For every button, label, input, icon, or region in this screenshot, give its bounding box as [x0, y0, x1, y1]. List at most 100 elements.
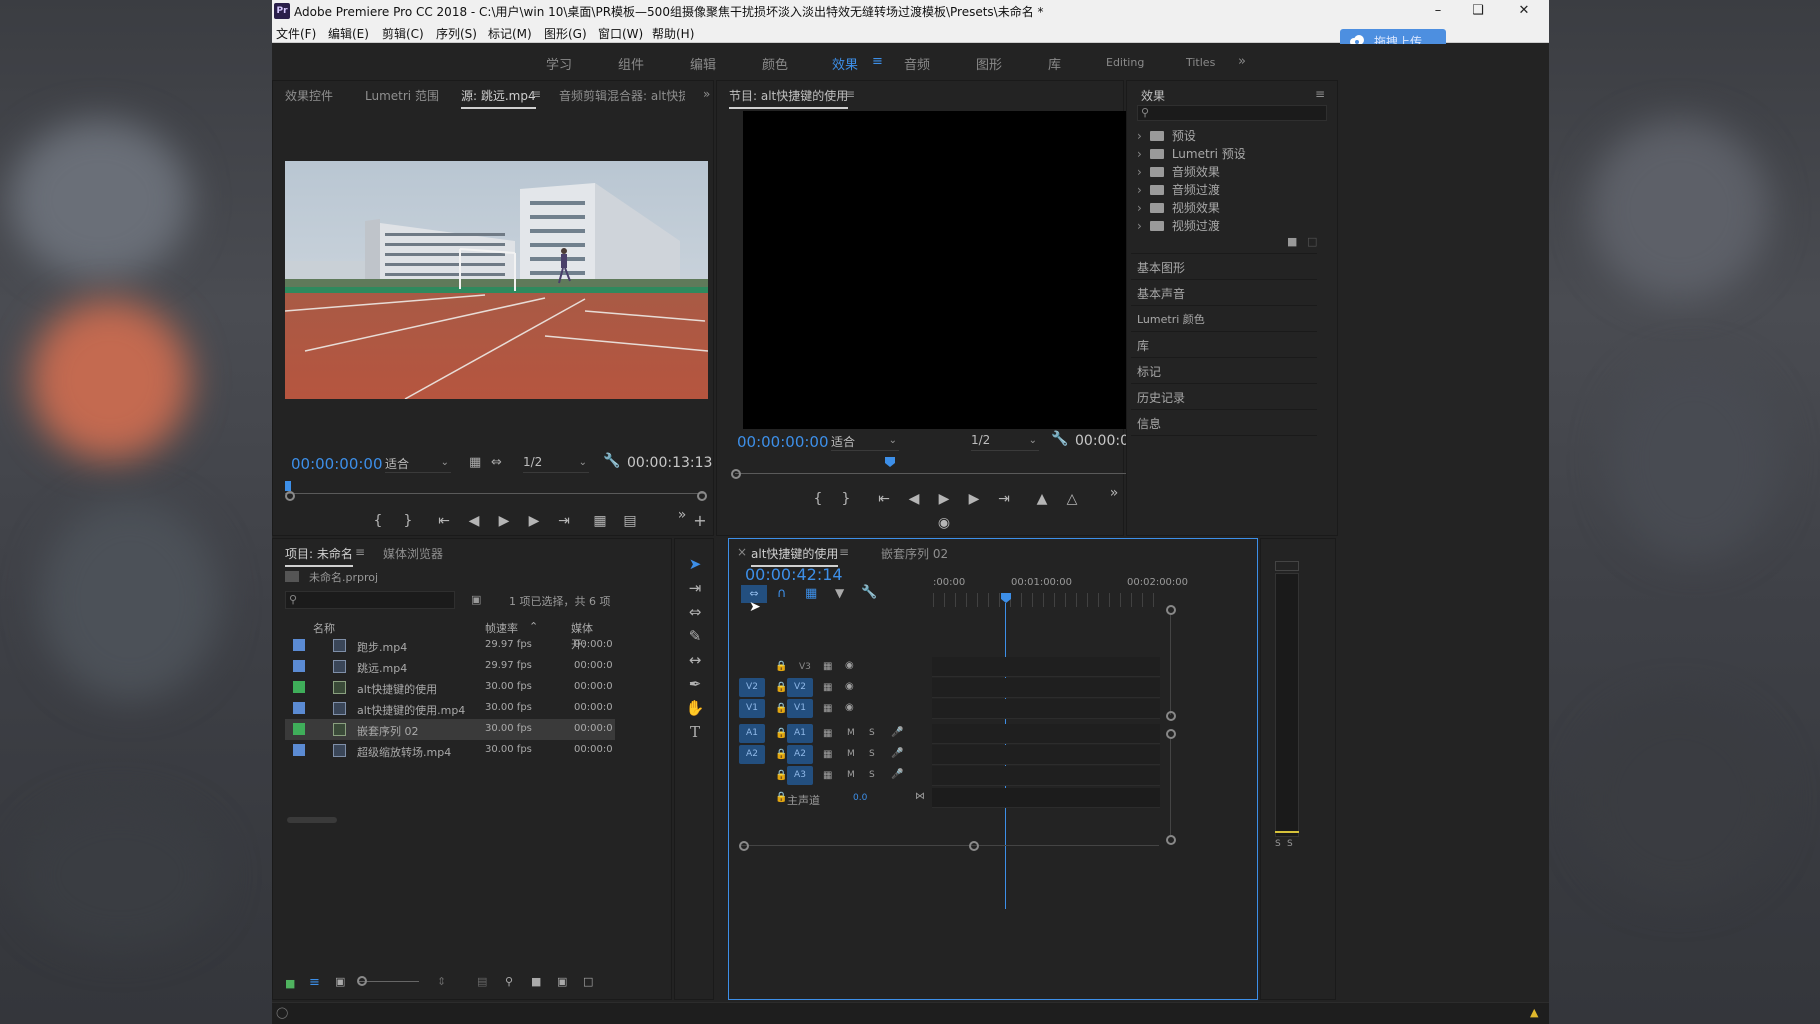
menu-clip[interactable]: 剪辑(C): [382, 25, 424, 42]
program-timecode[interactable]: 00:00:00:00: [737, 433, 829, 451]
project-menu-icon[interactable]: ≡: [355, 545, 365, 559]
tree-item-presets[interactable]: › 预设: [1137, 127, 1196, 144]
pen-tool-icon[interactable]: ✒: [683, 673, 707, 695]
go-to-in-icon[interactable]: ⇤: [433, 511, 455, 531]
master-volume-value[interactable]: 0.0: [853, 793, 867, 803]
tab-source[interactable]: 源: 跳远.mp4: [461, 87, 536, 109]
panel-history[interactable]: 历史记录: [1137, 389, 1185, 406]
workspace-audio[interactable]: 音频: [904, 54, 930, 73]
warning-icon[interactable]: ▲: [1530, 1006, 1538, 1019]
track-lane-v2[interactable]: [932, 678, 1160, 698]
panel-info[interactable]: 信息: [1137, 415, 1161, 432]
source-timecode[interactable]: 00:00:00:00: [291, 455, 383, 473]
panel-essential-sound[interactable]: 基本声音: [1137, 285, 1185, 302]
lock-icon[interactable]: 🔒: [775, 728, 787, 739]
find-icon[interactable]: ⚲: [505, 975, 513, 988]
column-name[interactable]: 名称: [313, 620, 335, 636]
export-frame-icon[interactable]: ◉: [933, 513, 955, 533]
new-bin-icon[interactable]: ■: [531, 975, 541, 988]
tab-project[interactable]: 项目: 未命名: [285, 545, 353, 567]
effects-search-input[interactable]: ⚲: [1137, 105, 1327, 121]
microphone-icon[interactable]: 🎤: [891, 769, 903, 780]
mark-in-icon[interactable]: {: [807, 489, 829, 509]
tab-sequence-alt[interactable]: alt快捷键的使用: [751, 545, 839, 567]
mark-out-icon[interactable]: }: [835, 489, 857, 509]
toggle-sync-icon[interactable]: ▦: [823, 703, 832, 714]
lock-icon[interactable]: 🔒: [775, 770, 787, 781]
source-resolution-select[interactable]: 1/2 ⌄: [523, 455, 589, 473]
zoom-handle-left[interactable]: [731, 469, 741, 479]
program-playhead[interactable]: [885, 457, 895, 467]
mute-button[interactable]: M: [847, 728, 855, 738]
delete-icon[interactable]: □: [1307, 235, 1317, 248]
add-marker-icon[interactable]: ▼: [835, 586, 844, 600]
tab-audio-clip-mixer[interactable]: 音频剪辑混合器: alt快捷键: [559, 87, 685, 104]
step-forward-icon[interactable]: ▶: [963, 489, 985, 509]
menu-graphics[interactable]: 图形(G): [544, 25, 587, 42]
toggle-sync-icon[interactable]: ▦: [823, 749, 832, 760]
wrench-icon[interactable]: 🔧: [861, 585, 877, 600]
solo-button[interactable]: S: [869, 770, 875, 780]
program-resolution-select[interactable]: 1/2 ⌄: [971, 433, 1039, 451]
track-target-a2[interactable]: A2: [787, 745, 813, 764]
more-workspaces-icon[interactable]: »: [1238, 54, 1246, 69]
program-title[interactable]: 节目: alt快捷键的使用: [729, 87, 849, 109]
type-tool-icon[interactable]: T: [683, 721, 707, 743]
bin-icon[interactable]: ▣: [471, 593, 481, 606]
panel-essential-graphics[interactable]: 基本图形: [1137, 259, 1185, 276]
mute-button[interactable]: M: [847, 770, 855, 780]
add-button-icon[interactable]: +: [689, 511, 711, 531]
workspace-libraries[interactable]: 库: [1048, 54, 1061, 73]
effects-menu-icon[interactable]: ≡: [1315, 87, 1325, 101]
program-menu-icon[interactable]: ≡: [845, 87, 855, 101]
source-time-ruler[interactable]: [285, 493, 705, 494]
tab-media-browser[interactable]: 媒体浏览器: [383, 545, 443, 562]
tree-item-video-effects[interactable]: › 视频效果: [1137, 199, 1220, 216]
play-icon[interactable]: ▶: [493, 511, 515, 531]
track-target-a1[interactable]: A1: [787, 724, 813, 743]
panel-lumetri-color[interactable]: Lumetri 颜色: [1137, 311, 1205, 327]
lock-icon[interactable]: 🔒: [775, 661, 787, 672]
step-forward-icon[interactable]: ▶: [523, 511, 545, 531]
source-target-a2[interactable]: A2: [739, 745, 765, 764]
menu-sequence[interactable]: 序列(S): [436, 25, 477, 42]
menu-file[interactable]: 文件(F): [276, 25, 316, 42]
scroll-handle-mid2[interactable]: [1166, 729, 1176, 739]
go-to-out-icon[interactable]: ⇥: [553, 511, 575, 531]
column-fps[interactable]: 帧速率: [485, 620, 518, 636]
eye-icon[interactable]: ◉: [845, 702, 854, 713]
vertical-scrollbar-audio[interactable]: [1170, 739, 1171, 835]
source-target-v2[interactable]: V2: [739, 678, 765, 697]
zoom-slider[interactable]: [359, 981, 419, 982]
mark-in-icon[interactable]: {: [367, 511, 389, 531]
microphone-icon[interactable]: 🎤: [891, 727, 903, 738]
lock-icon[interactable]: ■: [285, 977, 295, 990]
list-view-icon[interactable]: ≡: [309, 975, 320, 990]
tab-nested-sequence[interactable]: 嵌套序列 02: [881, 545, 948, 562]
go-to-end-icon[interactable]: ⋈: [915, 791, 925, 802]
program-fit-select[interactable]: 适合 ⌄: [831, 433, 899, 451]
more-tabs-icon[interactable]: »: [703, 87, 710, 101]
snap-icon[interactable]: ∩: [777, 586, 787, 601]
workspace-titles[interactable]: Titles: [1186, 56, 1215, 69]
ripple-edit-tool-icon[interactable]: ⇔: [683, 601, 707, 623]
status-icon[interactable]: ◯: [276, 1006, 288, 1019]
menu-edit[interactable]: 编辑(E): [328, 25, 369, 42]
extract-icon[interactable]: △: [1061, 489, 1083, 509]
tab-lumetri-scopes[interactable]: Lumetri 范围: [365, 87, 439, 104]
zoom-handle-right[interactable]: [697, 491, 707, 501]
razor-tool-icon[interactable]: ✎: [683, 625, 707, 647]
list-item[interactable]: 超级缩放转场.mp4 30.00 fps 00:00:0: [285, 740, 615, 761]
close-sequence-icon[interactable]: ×: [737, 545, 747, 559]
workspace-menu-icon[interactable]: ≡: [872, 54, 883, 69]
workspace-graphics[interactable]: 图形: [976, 54, 1002, 73]
program-time-ruler[interactable]: [735, 473, 1147, 474]
tree-item-audio-effects[interactable]: › 音频效果: [1137, 163, 1220, 180]
step-back-icon[interactable]: ◀: [463, 511, 485, 531]
lock-icon[interactable]: 🔒: [775, 749, 787, 760]
time-ruler-ticks[interactable]: [933, 593, 1159, 607]
zoom-handle-left[interactable]: [285, 491, 295, 501]
toggle-sync-icon[interactable]: ▦: [823, 661, 832, 672]
list-item-selected[interactable]: 嵌套序列 02 30.00 fps 00:00:0: [285, 719, 615, 740]
tab-effect-controls[interactable]: 效果控件: [285, 87, 333, 104]
